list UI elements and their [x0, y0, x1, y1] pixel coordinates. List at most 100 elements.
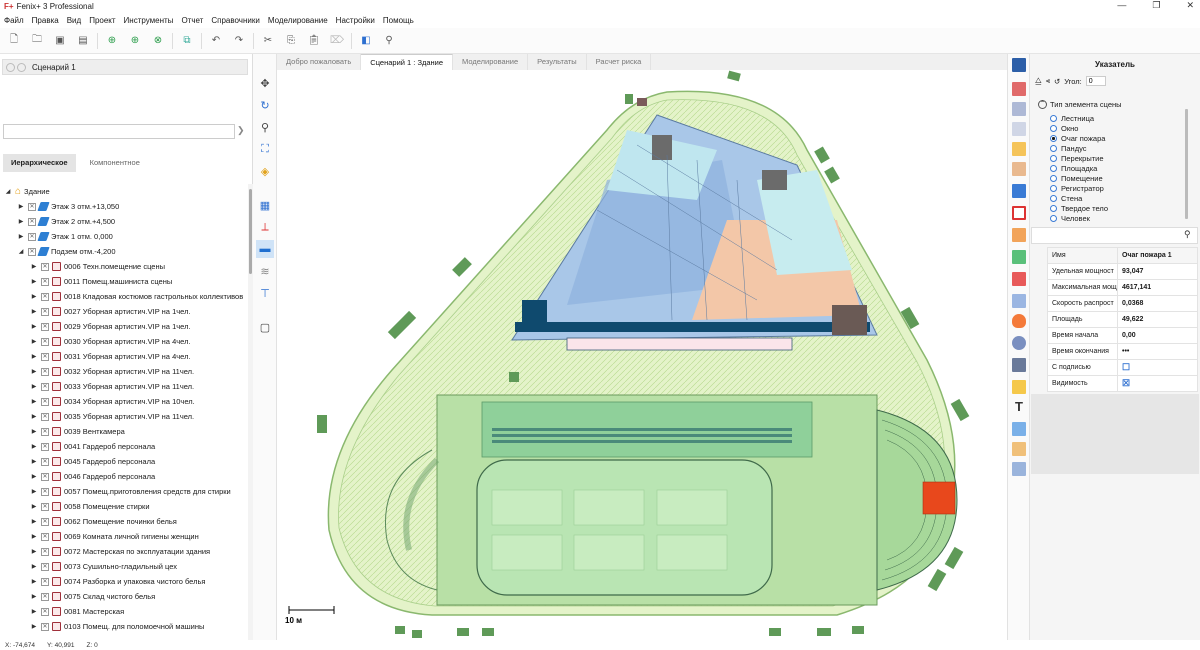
visibility-checkbox[interactable]: ✕: [41, 592, 49, 601]
tree-row[interactable]: ▶ ✕ 0027 Уборная артистич.VIP на 1чел.: [0, 304, 248, 319]
solid-icon[interactable]: [1012, 358, 1026, 372]
grid-icon[interactable]: ▦: [256, 196, 274, 214]
tree-row[interactable]: ◢ ⌂ Здание: [0, 184, 248, 199]
collapsed-arrow-icon[interactable]: ▶: [30, 533, 38, 540]
save-as-icon[interactable]: ▤: [74, 32, 92, 50]
tree-row[interactable]: ▶ ✕ Этаж 3 отм.+13,050: [0, 199, 248, 214]
radio-icon[interactable]: [1050, 144, 1057, 152]
property-value[interactable]: •••: [1117, 343, 1198, 360]
menu-edit[interactable]: Правка: [32, 16, 59, 25]
visibility-checkbox[interactable]: ✕: [41, 427, 49, 436]
tree-row[interactable]: ▶ ✕ 0074 Разборка и упаковка чистого белья: [0, 574, 248, 589]
layers-icon[interactable]: ≋: [256, 262, 274, 280]
visibility-checkbox[interactable]: ✕: [41, 262, 49, 271]
tab-welcome[interactable]: Добро пожаловать: [277, 54, 362, 70]
visibility-checkbox[interactable]: ✕: [41, 277, 49, 286]
tree-row[interactable]: ▶ ✕ 0029 Уборная артистич.VIP на 1чел.: [0, 319, 248, 334]
fire-icon[interactable]: [1012, 314, 1026, 328]
radio-icon[interactable]: [1050, 204, 1057, 212]
menu-simulation[interactable]: Моделирование: [268, 16, 328, 25]
visibility-checkbox[interactable]: ✕: [41, 412, 49, 421]
collapsed-arrow-icon[interactable]: ▶: [30, 323, 38, 330]
tree-row[interactable]: ▶ ✕ 0039 Венткамера: [0, 424, 248, 439]
collapsed-arrow-icon[interactable]: ▶: [30, 623, 38, 630]
type-option[interactable]: Стена: [1050, 193, 1108, 203]
tree-search-input[interactable]: [3, 124, 235, 139]
tree-row[interactable]: ▶ ✕ 0075 Склад чистого белья: [0, 589, 248, 604]
search-icon[interactable]: ⚲: [1184, 229, 1191, 240]
cut-icon[interactable]: ✂: [259, 32, 277, 50]
type-option[interactable]: Помещение: [1050, 173, 1108, 183]
visibility-checkbox[interactable]: ✕: [41, 547, 49, 556]
tree-row[interactable]: ▶ ✕ Этаж 1 отм. 0,000: [0, 229, 248, 244]
visibility-checkbox[interactable]: ✕: [41, 532, 49, 541]
type-option[interactable]: Лестница: [1050, 113, 1108, 123]
ramp-icon[interactable]: [1012, 142, 1026, 156]
window-icon[interactable]: [1012, 184, 1026, 198]
property-value[interactable]: 0,0368: [1117, 295, 1198, 312]
tree-row[interactable]: ▶ ✕ 0030 Уборная артистич.VIP на 4чел.: [0, 334, 248, 349]
gate-icon[interactable]: [1012, 442, 1026, 456]
collapsed-arrow-icon[interactable]: ▶: [30, 338, 38, 345]
zoom-fit-icon[interactable]: ⛶: [256, 140, 274, 158]
dimension-icon[interactable]: [1012, 422, 1026, 436]
maximize-button[interactable]: ❐: [1152, 0, 1160, 11]
type-option[interactable]: Регистратор: [1050, 183, 1108, 193]
radio-icon[interactable]: [1050, 164, 1057, 172]
type-header[interactable]: ⌃ Тип элемента сцены: [1038, 100, 1122, 109]
collapsed-arrow-icon[interactable]: ▶: [30, 608, 38, 615]
save-icon[interactable]: ▣: [51, 32, 69, 50]
tab-simulation[interactable]: Моделирование: [453, 54, 529, 70]
tree-row[interactable]: ▶ ✕ 0031 Уборная артистич.VIP на 4чел.: [0, 349, 248, 364]
menu-project[interactable]: Проект: [89, 16, 115, 25]
image-icon[interactable]: [1012, 462, 1026, 476]
collapsed-arrow-icon[interactable]: ▶: [30, 473, 38, 480]
room-icon[interactable]: [1012, 206, 1026, 220]
radio-icon[interactable]: [1050, 184, 1057, 192]
property-search-input[interactable]: [1031, 227, 1198, 244]
pointer-icon[interactable]: [1012, 58, 1026, 72]
type-option[interactable]: Пандус: [1050, 143, 1108, 153]
floor-plan-drawing[interactable]: 10 м: [277, 70, 1007, 640]
tree-row[interactable]: ▶ ✕ 0058 Помещение стирки: [0, 499, 248, 514]
visibility-checkbox[interactable]: ✕: [41, 307, 49, 316]
axes-icon[interactable]: ⟂: [256, 218, 274, 236]
tab-scenario-building[interactable]: Сценарий 1 : Здание: [361, 54, 454, 70]
type-option[interactable]: Человек: [1050, 213, 1108, 223]
menu-report[interactable]: Отчет: [181, 16, 203, 25]
tree-row[interactable]: ▶ ✕ Этаж 2 отм.+4,500: [0, 214, 248, 229]
collapsed-arrow-icon[interactable]: ▶: [30, 428, 38, 435]
collapsed-arrow-icon[interactable]: ▶: [30, 593, 38, 600]
tree-row[interactable]: ▶ ✕ 0062 Помещение починки белья: [0, 514, 248, 529]
redo-icon[interactable]: ↷: [230, 32, 248, 50]
collapsed-arrow-icon[interactable]: ▶: [30, 563, 38, 570]
collapsed-arrow-icon[interactable]: ▶: [30, 353, 38, 360]
visibility-checkbox[interactable]: ✕: [41, 577, 49, 586]
copy-scenario-icon[interactable]: ⊗: [149, 32, 167, 50]
exit-icon[interactable]: [1012, 250, 1026, 264]
tree-row[interactable]: ▶ ✕ 0072 Мастерская по эксплуатации здания: [0, 544, 248, 559]
delete-icon[interactable]: ⌦: [328, 32, 346, 50]
type-option[interactable]: Твердое тело: [1050, 203, 1108, 213]
collapsed-arrow-icon[interactable]: ▶: [30, 293, 38, 300]
collapsed-arrow-icon[interactable]: ▶: [30, 518, 38, 525]
tree-row[interactable]: ▶ ✕ 0035 Уборная артистич.VIP на 11чел.: [0, 409, 248, 424]
tab-component[interactable]: Компонентное: [82, 154, 148, 172]
plan-view-icon[interactable]: ▬: [256, 240, 274, 258]
visibility-checkbox[interactable]: ✕: [41, 292, 49, 301]
evacuation-icon[interactable]: [1012, 272, 1026, 286]
tab-hierarchical[interactable]: Иерархическое: [3, 154, 76, 172]
tree-row[interactable]: ▶ ✕ 0045 Гардероб персонала: [0, 454, 248, 469]
visibility-checkbox[interactable]: ✕: [28, 247, 36, 256]
tree-row[interactable]: ▶ ✕ 0033 Уборная артистич.VIP на 11чел.: [0, 379, 248, 394]
menu-tools[interactable]: Инструменты: [124, 16, 174, 25]
visibility-checkbox[interactable]: ✕: [41, 382, 49, 391]
tree-row[interactable]: ▶ ✕ 0041 Гардероб персонала: [0, 439, 248, 454]
text-icon[interactable]: T: [1012, 400, 1026, 414]
undo-icon[interactable]: ↶: [207, 32, 225, 50]
visibility-checkbox[interactable]: ✕: [28, 217, 36, 226]
tree-row[interactable]: ▶ ✕ 0006 Техн.помещение сцены: [0, 259, 248, 274]
type-option[interactable]: Площадка: [1050, 163, 1108, 173]
visibility-checkbox[interactable]: ✕: [41, 322, 49, 331]
expanded-arrow-icon[interactable]: ◢: [17, 248, 25, 255]
